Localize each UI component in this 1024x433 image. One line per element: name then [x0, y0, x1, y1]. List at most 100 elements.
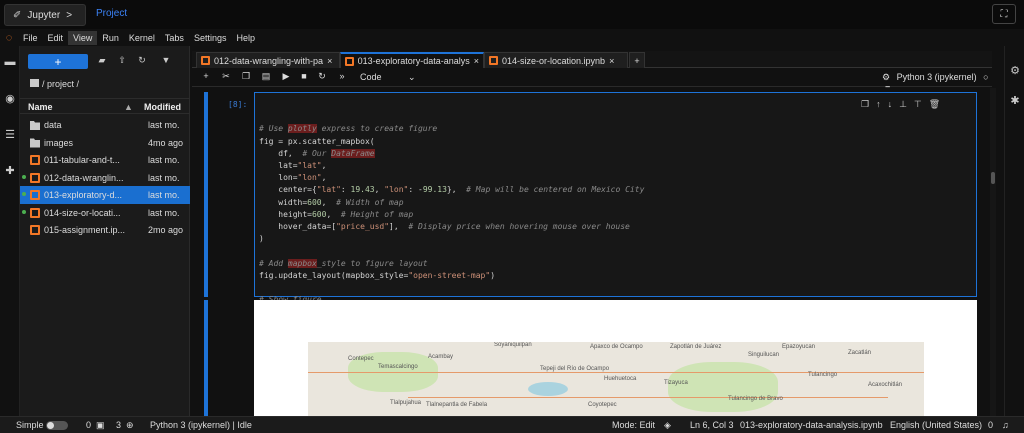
code-line[interactable]: lon="lon",	[259, 172, 644, 184]
code-line[interactable]: height=600, # Height of map	[259, 209, 644, 221]
column-modified-header[interactable]: Modified	[144, 102, 181, 112]
duplicate-icon[interactable]: ❐	[861, 99, 869, 111]
map-figure[interactable]: Soyaniquilpan Apaxco de Ocampo Zapotlán de…	[308, 342, 924, 416]
tab-012[interactable]: 012-data-wrangling-with-pa ×	[196, 52, 340, 68]
insert-below-icon[interactable]: ⊤	[914, 99, 922, 111]
bell-icon[interactable]: ♫	[1002, 420, 1009, 430]
map-city-label: Tlalpujahua	[390, 400, 422, 406]
cut-icon[interactable]: ✂	[220, 71, 232, 83]
menu-settings[interactable]: Settings	[189, 31, 232, 45]
running-indicator	[22, 192, 26, 196]
code-line[interactable]: # Use plotly express to create figure	[259, 123, 644, 135]
menu-edit[interactable]: Edit	[43, 31, 69, 45]
file-row[interactable]: 011-tabular-and-t... last mo.	[20, 151, 190, 169]
property-inspector-icon[interactable]: ⚙	[1008, 64, 1022, 77]
close-icon[interactable]: ×	[609, 56, 614, 66]
upload-icon[interactable]: ⇧	[116, 55, 128, 67]
file-row[interactable]: 012-data-wranglin... last mo.	[20, 169, 190, 187]
notebook-icon	[345, 56, 354, 66]
file-row[interactable]: 014-size-or-locati... last mo.	[20, 204, 190, 222]
close-icon[interactable]: ×	[474, 56, 479, 66]
code-line[interactable]: hover_data=["price_usd"], # Display pric…	[259, 221, 644, 233]
code-editor[interactable]: # Use plotly express to create figure fig…	[254, 92, 977, 316]
file-modified: 2mo ago	[148, 225, 184, 235]
tab-014[interactable]: 014-size-or-location.ipynb ×	[484, 52, 628, 68]
restart-icon[interactable]: ↻	[316, 71, 328, 83]
map-city-label: Singuilucan	[748, 352, 780, 358]
folder-icon[interactable]: ▬	[3, 56, 17, 70]
filter-icon[interactable]: ▼	[160, 55, 172, 67]
notebook-icon	[489, 56, 498, 65]
move-down-icon[interactable]: ↓	[888, 99, 893, 111]
notebook-icon	[30, 207, 40, 218]
menu-kernel[interactable]: Kernel	[124, 31, 160, 45]
scrollbar-thumb[interactable]	[991, 172, 995, 184]
file-browser: + ▰ ⇧ ↻ ▼ / project / Name ▲ Modified da…	[20, 46, 190, 416]
code-line[interactable]: width=600, # Width of map	[259, 197, 644, 209]
fullscreen-icon[interactable]: ⛶	[992, 4, 1016, 24]
add-tab-button[interactable]: +	[629, 52, 645, 68]
notebook-scrollbar[interactable]	[990, 88, 996, 416]
code-line[interactable]: fig = px.scatter_mapbox(	[259, 136, 644, 148]
menu-run[interactable]: Run	[97, 31, 124, 45]
code-line[interactable]: center={"lat": 19.43, "lon": -99.13}, # …	[259, 184, 644, 196]
delete-icon[interactable]: 🗑	[929, 99, 940, 111]
table-of-contents-icon[interactable]: ☰	[3, 128, 17, 142]
running-kernels-icon[interactable]: ◉	[3, 92, 17, 106]
cursor-position[interactable]: Ln 6, Col 3	[690, 420, 734, 430]
move-up-icon[interactable]: ↑	[876, 99, 881, 111]
kernel-status[interactable]: Python 3 (ipykernel) | Idle	[150, 420, 252, 430]
code-line[interactable]: )	[259, 233, 644, 245]
new-launcher-button[interactable]: +	[28, 54, 88, 69]
menu-view[interactable]: View	[68, 30, 98, 45]
file-row[interactable]: 013-exploratory-d... last mo.	[20, 186, 190, 204]
file-name: 013-exploratory-d...	[44, 190, 123, 200]
close-icon[interactable]: ×	[327, 56, 332, 66]
shield-check-icon[interactable]: ◈	[664, 420, 671, 431]
code-line[interactable]	[259, 282, 644, 294]
code-line[interactable]	[259, 245, 644, 257]
kernels-count[interactable]: 3	[116, 420, 121, 430]
tab-013[interactable]: 013-exploratory-data-analys ×	[340, 52, 484, 68]
copy-icon[interactable]: ❐	[240, 71, 252, 83]
terminal-icon[interactable]: ▣	[96, 420, 105, 431]
language-indicator[interactable]: English (United States)	[890, 420, 982, 430]
project-tab[interactable]: Project	[96, 8, 127, 19]
code-line[interactable]: df, # Our DataFrame	[259, 148, 644, 160]
menu-tabs[interactable]: Tabs	[160, 31, 189, 45]
menu-file[interactable]: File	[18, 31, 43, 45]
code-line[interactable]: fig.update_layout(mapbox_style="open-str…	[259, 270, 644, 282]
notification-count[interactable]: 0	[988, 420, 993, 430]
add-cell-icon[interactable]: +	[200, 71, 212, 83]
column-name-header[interactable]: Name	[28, 102, 53, 112]
cell-type-select[interactable]: Code ⌄	[360, 72, 416, 83]
simple-mode-toggle[interactable]	[46, 421, 68, 430]
refresh-icon[interactable]: ↻	[136, 55, 148, 67]
gear-icon: ⚙	[882, 72, 891, 82]
code-line[interactable]: lat="lat",	[259, 160, 644, 172]
menu-help[interactable]: Help	[231, 31, 260, 45]
code-line[interactable]: # Add mapbox_style to figure layout	[259, 258, 644, 270]
debugger-icon[interactable]: ✱	[1008, 94, 1022, 107]
paste-icon[interactable]: ▤	[260, 71, 272, 83]
file-row[interactable]: data last mo.	[20, 116, 190, 134]
run-icon[interactable]: ▶	[280, 71, 292, 83]
insert-above-icon[interactable]: ⊥	[899, 99, 907, 111]
file-row[interactable]: 015-assignment.ip... 2mo ago	[20, 221, 190, 239]
map-city-label: Acambay	[428, 354, 454, 360]
active-cell-marker	[204, 92, 208, 297]
tab-label: 012-data-wrangling-with-pa	[214, 55, 324, 66]
map-city-label: Apaxco de Ocampo	[590, 344, 643, 350]
map-city-label: Tizayuca	[664, 380, 688, 386]
jupyter-home-tab[interactable]: ✐ Jupyter >	[4, 4, 86, 26]
globe-icon[interactable]: ⊕	[126, 420, 134, 431]
breadcrumb[interactable]: / project /	[30, 79, 79, 89]
extensions-icon[interactable]: ✚	[3, 164, 17, 178]
new-folder-icon[interactable]: ▰	[96, 55, 108, 67]
fast-forward-icon[interactable]: »	[336, 71, 348, 83]
file-row[interactable]: images 4mo ago	[20, 134, 190, 152]
kernel-name: Python 3 (ipykernel)	[896, 72, 977, 82]
file-name: 012-data-wranglin...	[44, 172, 124, 183]
stop-icon[interactable]: ■	[298, 71, 310, 83]
terminals-count[interactable]: 0	[86, 420, 91, 430]
